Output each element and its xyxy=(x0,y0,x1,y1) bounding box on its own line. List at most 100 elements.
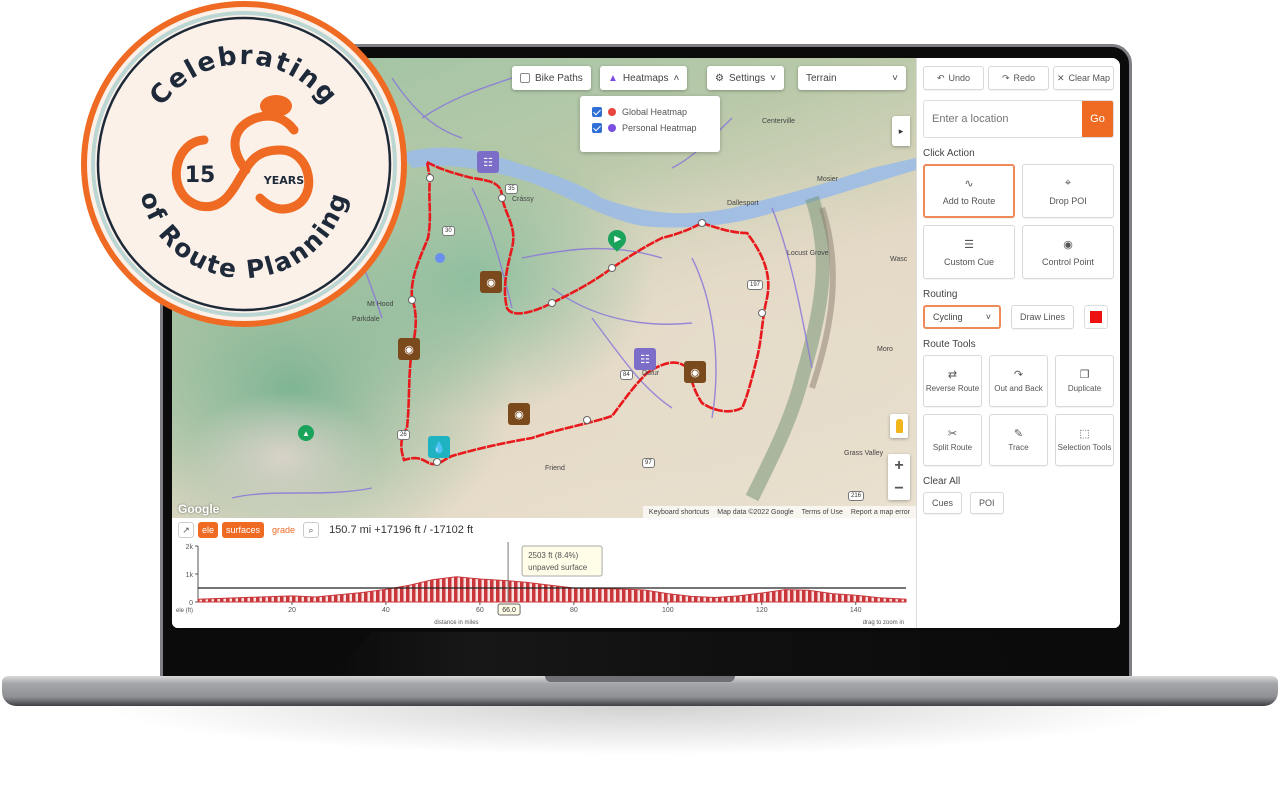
anniversary-badge: Celebrating of Route Planning 15 YEARS xyxy=(81,1,407,327)
route-color-picker[interactable] xyxy=(1084,305,1109,329)
tab-surfaces[interactable]: surfaces xyxy=(222,522,265,538)
add-to-route-label: Add to Route xyxy=(942,195,996,206)
reverse-icon: ⇄ xyxy=(947,368,958,381)
personal-heatmap-swatch-icon xyxy=(608,124,616,132)
tooltip-surface: unpaved surface xyxy=(528,563,588,572)
global-heatmap-swatch-icon xyxy=(608,108,616,116)
photo-marker[interactable]: ◉ xyxy=(508,403,530,425)
draw-lines-button[interactable]: Draw Lines xyxy=(1011,305,1075,329)
drop-poi-label: Drop POI xyxy=(1049,195,1087,206)
clear-map-button[interactable]: ✕ Clear Map xyxy=(1053,66,1114,90)
personal-heatmap-label: Personal Heatmap xyxy=(622,123,697,133)
report-error-link[interactable]: Report a map error xyxy=(851,509,910,516)
duplicate-button[interactable]: ❐ Duplicate xyxy=(1055,355,1114,407)
selection-tools-button[interactable]: ⬚ Selection Tools xyxy=(1055,414,1114,466)
place-label: Friend xyxy=(545,465,565,472)
location-search: Go xyxy=(923,100,1114,138)
redo-label: Redo xyxy=(1013,73,1036,83)
photo-marker[interactable]: ◉ xyxy=(398,338,420,360)
photo-marker[interactable]: ◉ xyxy=(684,361,706,383)
undo-button[interactable]: ↶ Undo xyxy=(923,66,984,90)
tab-grade[interactable]: grade xyxy=(268,522,299,538)
elevation-chart[interactable]: 0 1k 2k 20 40 60 80 100 120 140 66.0 2503 ft (8.4%)… xyxy=(172,540,916,628)
routing-mode-select[interactable]: Cycling ˅ xyxy=(923,305,1001,329)
map-type-select[interactable]: Terrain ˅ xyxy=(798,66,906,90)
clear-cues-button[interactable]: Cues xyxy=(923,492,963,514)
eye-icon: ◉ xyxy=(1063,238,1073,251)
camera-icon: ◉ xyxy=(514,408,524,421)
redo-icon: ↷ xyxy=(1001,72,1010,83)
blue-point xyxy=(435,253,445,263)
badge-unit: YEARS xyxy=(263,174,304,187)
global-heatmap-checkbox[interactable] xyxy=(592,107,602,117)
place-label: Grass Valley xyxy=(844,450,884,457)
street-view-pegman[interactable] xyxy=(890,414,908,438)
custom-cue-button[interactable]: ☰ Custom Cue xyxy=(923,225,1015,279)
terms-link[interactable]: Terms of Use xyxy=(802,509,843,516)
zoom-out-button[interactable]: − xyxy=(888,477,910,500)
clear-poi-button[interactable]: POI xyxy=(970,492,1004,514)
bike-paths-checkbox[interactable] xyxy=(520,73,530,83)
personal-heatmap-checkbox[interactable] xyxy=(592,123,602,133)
camera-icon: ◉ xyxy=(690,366,700,379)
go-button[interactable]: Go xyxy=(1082,101,1113,137)
highway-shield: 197 xyxy=(747,280,764,290)
heatmap-option-personal[interactable]: Personal Heatmap xyxy=(592,123,708,133)
y-tick-label: 2k xyxy=(186,544,194,551)
map-type-value: Terrain xyxy=(806,72,837,84)
collapse-elevation-button[interactable]: ↗ xyxy=(178,522,194,538)
expand-panel-button[interactable]: ▸ xyxy=(892,116,910,146)
clear-map-label: Clear Map xyxy=(1068,73,1111,83)
shop-marker[interactable]: ☷ xyxy=(634,348,656,370)
cyclist-head-icon xyxy=(260,95,292,117)
bike-paths-toggle[interactable]: Bike Paths xyxy=(512,66,591,90)
map-attribution: Keyboard shortcuts Map data ©2022 Google… xyxy=(642,506,916,518)
out-and-back-label: Out and Back xyxy=(994,383,1043,393)
undo-label: Undo xyxy=(948,73,971,83)
elevation-area xyxy=(197,576,907,603)
location-input[interactable] xyxy=(924,101,1082,137)
trace-icon: ✎ xyxy=(1013,427,1024,440)
chevron-right-icon: ▸ xyxy=(898,125,904,136)
place-label: Dallesport xyxy=(727,200,759,207)
y-tick-label: 0 xyxy=(189,600,193,607)
tab-ele[interactable]: ele xyxy=(198,522,219,538)
keyboard-shortcuts-link[interactable]: Keyboard shortcuts xyxy=(649,509,709,516)
trace-button[interactable]: ✎ Trace xyxy=(989,414,1048,466)
pin-icon: ⌖ xyxy=(1064,176,1072,189)
split-route-button[interactable]: ✂ Split Route xyxy=(923,414,982,466)
settings-dropdown[interactable]: ⚙ Settings ˅ xyxy=(707,66,784,90)
selection-icon: ⬚ xyxy=(1079,427,1090,440)
gear-icon: ⚙ xyxy=(715,72,724,84)
redo-button[interactable]: ↷ Redo xyxy=(988,66,1049,90)
flame-icon: ▲ xyxy=(608,72,618,84)
photo-marker[interactable]: ◉ xyxy=(480,271,502,293)
stage: Centerville Crássy Mosier Dallesport Loc… xyxy=(0,0,1280,787)
campground-marker[interactable]: ▲ xyxy=(298,425,314,441)
camera-icon: ◉ xyxy=(404,343,414,356)
heatmap-option-global[interactable]: Global Heatmap xyxy=(592,107,708,117)
heatmaps-menu: Global Heatmap Personal Heatmap xyxy=(580,96,720,152)
zoom-in-button[interactable]: + xyxy=(888,454,910,477)
zoom-elevation-button[interactable]: ⌕ xyxy=(303,522,320,538)
split-route-label: Split Route xyxy=(932,442,973,452)
heatmaps-dropdown[interactable]: ▲ Heatmaps ˄ xyxy=(600,66,688,90)
shop-marker[interactable]: ☷ xyxy=(477,151,499,173)
out-and-back-button[interactable]: ↷ Out and Back xyxy=(989,355,1048,407)
reverse-route-label: Reverse Route xyxy=(925,383,980,393)
route-icon: ∿ xyxy=(964,177,974,190)
route-stats: 150.7 mi +17196 ft / -17102 ft xyxy=(329,524,474,536)
add-to-route-button[interactable]: ∿ Add to Route xyxy=(923,164,1015,218)
canyon-ridge xyxy=(745,195,830,502)
drop-poi-button[interactable]: ⌖ Drop POI xyxy=(1022,164,1114,218)
water-marker[interactable]: 💧 xyxy=(428,436,450,458)
place-label: Wasc xyxy=(890,256,908,263)
zoom-control: + − xyxy=(888,454,910,500)
control-point-button[interactable]: ◉ Control Point xyxy=(1022,225,1114,279)
click-action-heading: Click Action xyxy=(923,148,975,159)
reverse-route-button[interactable]: ⇄ Reverse Route xyxy=(923,355,982,407)
custom-cue-label: Custom Cue xyxy=(943,256,995,267)
routing-heading: Routing xyxy=(923,289,958,300)
tent-icon: ▲ xyxy=(302,428,310,438)
expand-arrow-icon: ↗ xyxy=(182,524,190,535)
